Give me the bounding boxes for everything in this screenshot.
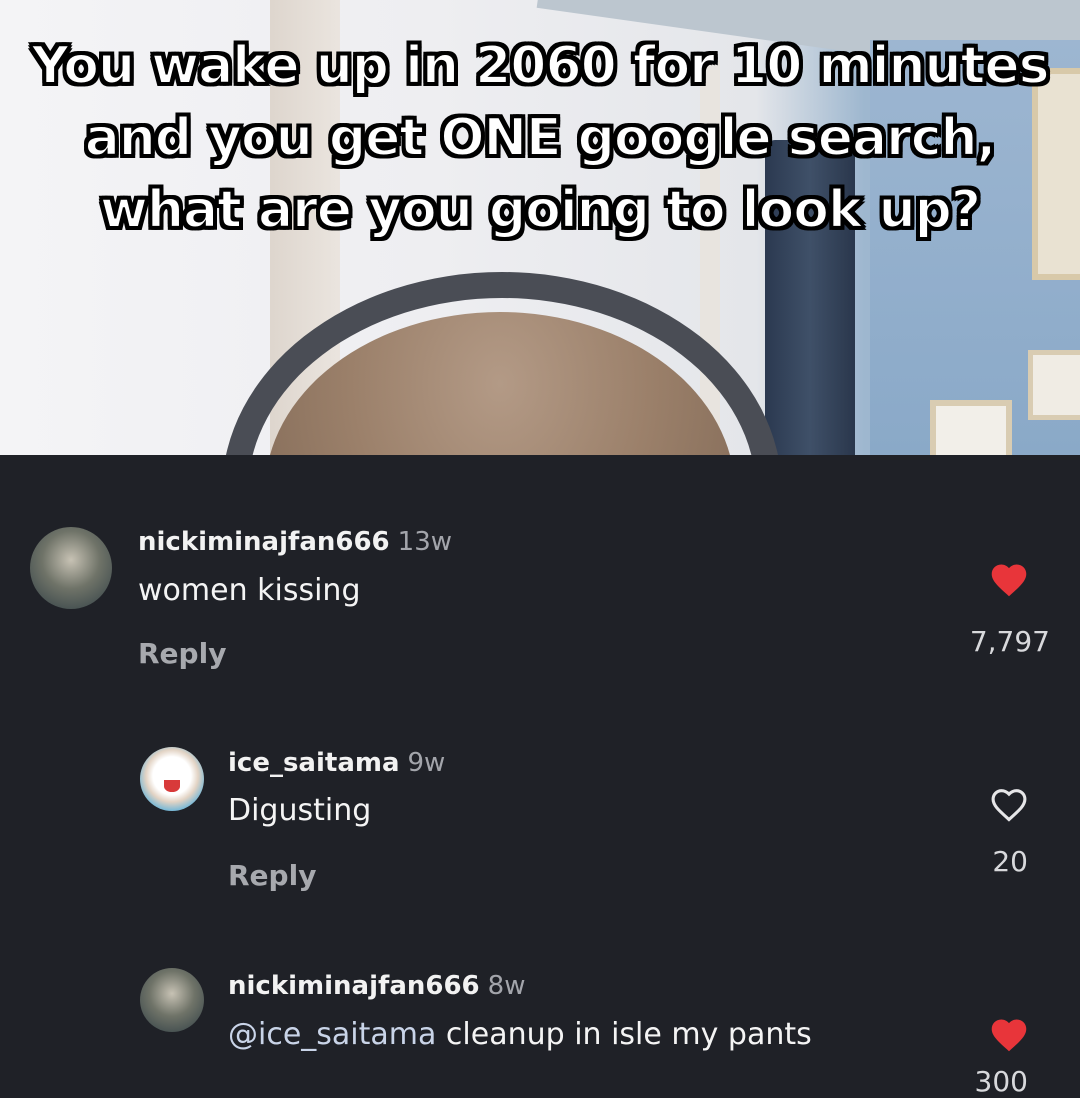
comment-username[interactable]: ice_saitama 9w <box>228 748 445 778</box>
avatar[interactable] <box>140 747 204 811</box>
comment-username[interactable]: nickiminajfan666 8w <box>228 971 525 1001</box>
username-text[interactable]: nickiminajfan666 <box>138 527 390 557</box>
comment-time: 13w <box>397 527 453 557</box>
video-caption: You wake up in 2060 for 10 minutes and y… <box>30 35 1050 241</box>
comments-list: nickiminajfan666 13w women kissing Reply … <box>0 455 1080 1098</box>
comment-item: ice_saitama 9w Digusting Reply 20 <box>0 685 1080 915</box>
wall-picture <box>1028 350 1080 420</box>
like-button[interactable] <box>979 1015 1039 1053</box>
reply-button[interactable]: Reply <box>138 637 226 670</box>
like-count: 300 <box>974 1065 1028 1098</box>
comment-text: Digusting <box>228 793 372 828</box>
video-frame[interactable]: You wake up in 2060 for 10 minutes and y… <box>0 0 1080 455</box>
comment-username[interactable]: nickiminajfan666 13w <box>138 527 452 557</box>
avatar-mouth <box>164 780 180 792</box>
comment-text: @ice_saitama cleanup in isle my pants <box>228 1017 812 1052</box>
heart-filled-icon <box>991 564 1027 597</box>
avatar[interactable] <box>30 527 112 609</box>
like-count: 20 <box>992 845 1028 878</box>
comment-body: cleanup in isle my pants <box>436 1017 812 1052</box>
comment-time: 8w <box>487 971 526 1001</box>
comment-item: nickiminajfan666 13w women kissing Reply … <box>0 455 1080 685</box>
like-count: 7,797 <box>969 625 1050 658</box>
username-text[interactable]: nickiminajfan666 <box>228 971 480 1001</box>
comment-text: women kissing <box>138 573 361 608</box>
mention-link[interactable]: @ice_saitama <box>228 1017 436 1052</box>
comment-item: nickiminajfan666 8w @ice_saitama cleanup … <box>0 915 1080 1098</box>
heart-outline-icon <box>991 789 1027 822</box>
username-text[interactable]: ice_saitama <box>228 748 400 778</box>
like-button[interactable] <box>979 785 1039 823</box>
like-button[interactable] <box>979 560 1039 598</box>
reply-button[interactable]: Reply <box>228 859 316 892</box>
heart-filled-icon <box>991 1019 1027 1052</box>
comment-time: 9w <box>407 748 446 778</box>
wall-picture <box>930 400 1012 455</box>
avatar[interactable] <box>140 968 204 1032</box>
